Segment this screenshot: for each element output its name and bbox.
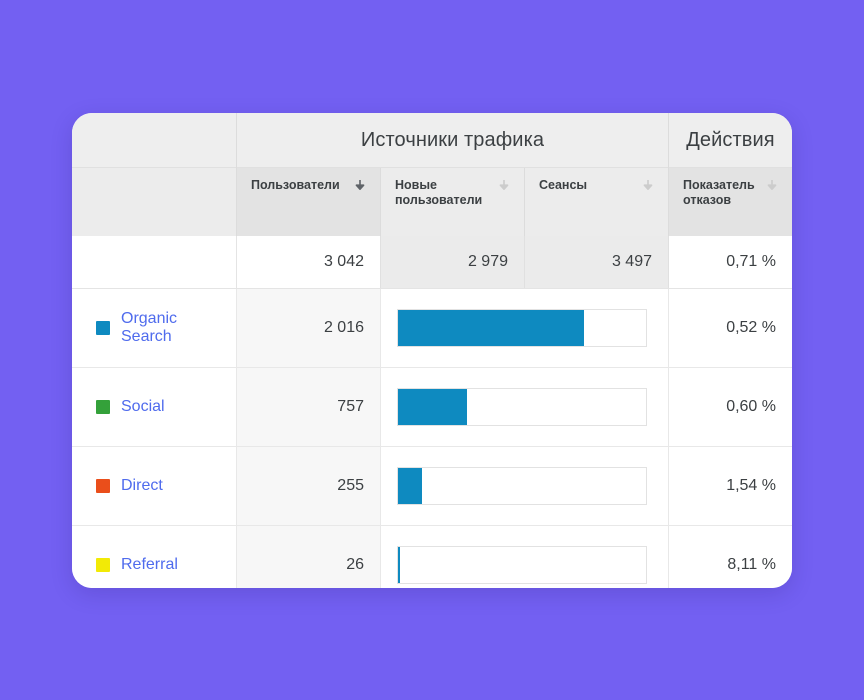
group-header-row: Источники трафика Действия — [72, 113, 792, 168]
row-bar-cell — [380, 446, 669, 526]
row-source-cell: Organic Search — [72, 288, 237, 368]
bar-track — [397, 545, 647, 584]
row-bounce-rate-value: 0,52 % — [668, 288, 792, 368]
color-swatch-icon — [96, 557, 110, 572]
arrow-down-icon[interactable] — [642, 179, 654, 193]
row-users-value: 757 — [236, 367, 381, 447]
column-header-sessions[interactable]: Сеансы — [524, 167, 669, 236]
row-source-cell: Social — [72, 367, 237, 447]
row-bar-cell — [380, 367, 669, 447]
group-header-actions: Действия — [668, 113, 792, 168]
row-bar-cell — [380, 288, 669, 368]
arrow-down-icon[interactable] — [498, 179, 510, 193]
bar-track — [397, 387, 647, 426]
row-bounce-rate-value: 8,11 % — [668, 525, 792, 588]
bar-fill — [398, 546, 401, 583]
source-link[interactable]: Referral — [121, 556, 178, 574]
bar-fill — [398, 467, 422, 504]
totals-row: 3 042 2 979 3 497 0,71 % — [72, 235, 792, 289]
table-row: Social 757 0,60 % — [72, 367, 792, 447]
column-header-bounce-rate-label: Показатель отказов — [683, 178, 755, 207]
column-header-bounce-rate[interactable]: Показатель отказов — [668, 167, 792, 236]
table-row: Referral 26 8,11 % — [72, 525, 792, 588]
bar-fill — [398, 309, 584, 346]
totals-label — [72, 235, 237, 289]
bar-track — [397, 466, 647, 505]
column-header-users-label: Пользователи — [251, 178, 340, 192]
group-header-traffic-sources: Источники трафика — [236, 113, 669, 168]
group-header-blank — [72, 113, 237, 168]
row-users-value: 26 — [236, 525, 381, 588]
column-header-new-users-label: Новые пользователи — [395, 178, 483, 207]
bar-track — [397, 308, 647, 347]
row-bar-cell — [380, 525, 669, 588]
totals-new-users: 2 979 — [380, 235, 525, 289]
traffic-sources-card: Источники трафика Действия Пользователи — [72, 113, 792, 588]
totals-sessions: 3 497 — [524, 235, 669, 289]
bar-fill — [398, 388, 468, 425]
column-header-new-users[interactable]: Новые пользователи — [380, 167, 525, 236]
traffic-sources-table: Источники трафика Действия Пользователи — [72, 113, 792, 588]
color-swatch-icon — [96, 320, 110, 335]
row-users-value: 2 016 — [236, 288, 381, 368]
color-swatch-icon — [96, 399, 110, 414]
source-link[interactable]: Direct — [121, 477, 163, 495]
row-users-value: 255 — [236, 446, 381, 526]
color-swatch-icon — [96, 478, 110, 493]
row-bounce-rate-value: 1,54 % — [668, 446, 792, 526]
table-row: Organic Search 2 016 0,52 % — [72, 288, 792, 368]
column-header-sessions-label: Сеансы — [539, 178, 588, 192]
arrow-down-icon[interactable] — [354, 179, 366, 193]
totals-bounce-rate: 0,71 % — [668, 235, 792, 289]
column-header-blank — [72, 167, 237, 236]
arrow-down-icon[interactable] — [766, 179, 778, 193]
row-source-cell: Referral — [72, 525, 237, 588]
row-source-cell: Direct — [72, 446, 237, 526]
table-body: 3 042 2 979 3 497 0,71 % Organic Search … — [72, 235, 792, 588]
source-link[interactable]: Organic Search — [121, 310, 220, 346]
table-head: Источники трафика Действия Пользователи — [72, 113, 792, 236]
source-link[interactable]: Social — [121, 398, 165, 416]
column-header-users[interactable]: Пользователи — [236, 167, 381, 236]
column-header-row: Пользователи Новые пользователи Сеансы П… — [72, 167, 792, 236]
totals-users: 3 042 — [236, 235, 381, 289]
row-bounce-rate-value: 0,60 % — [668, 367, 792, 447]
table-row: Direct 255 1,54 % — [72, 446, 792, 526]
